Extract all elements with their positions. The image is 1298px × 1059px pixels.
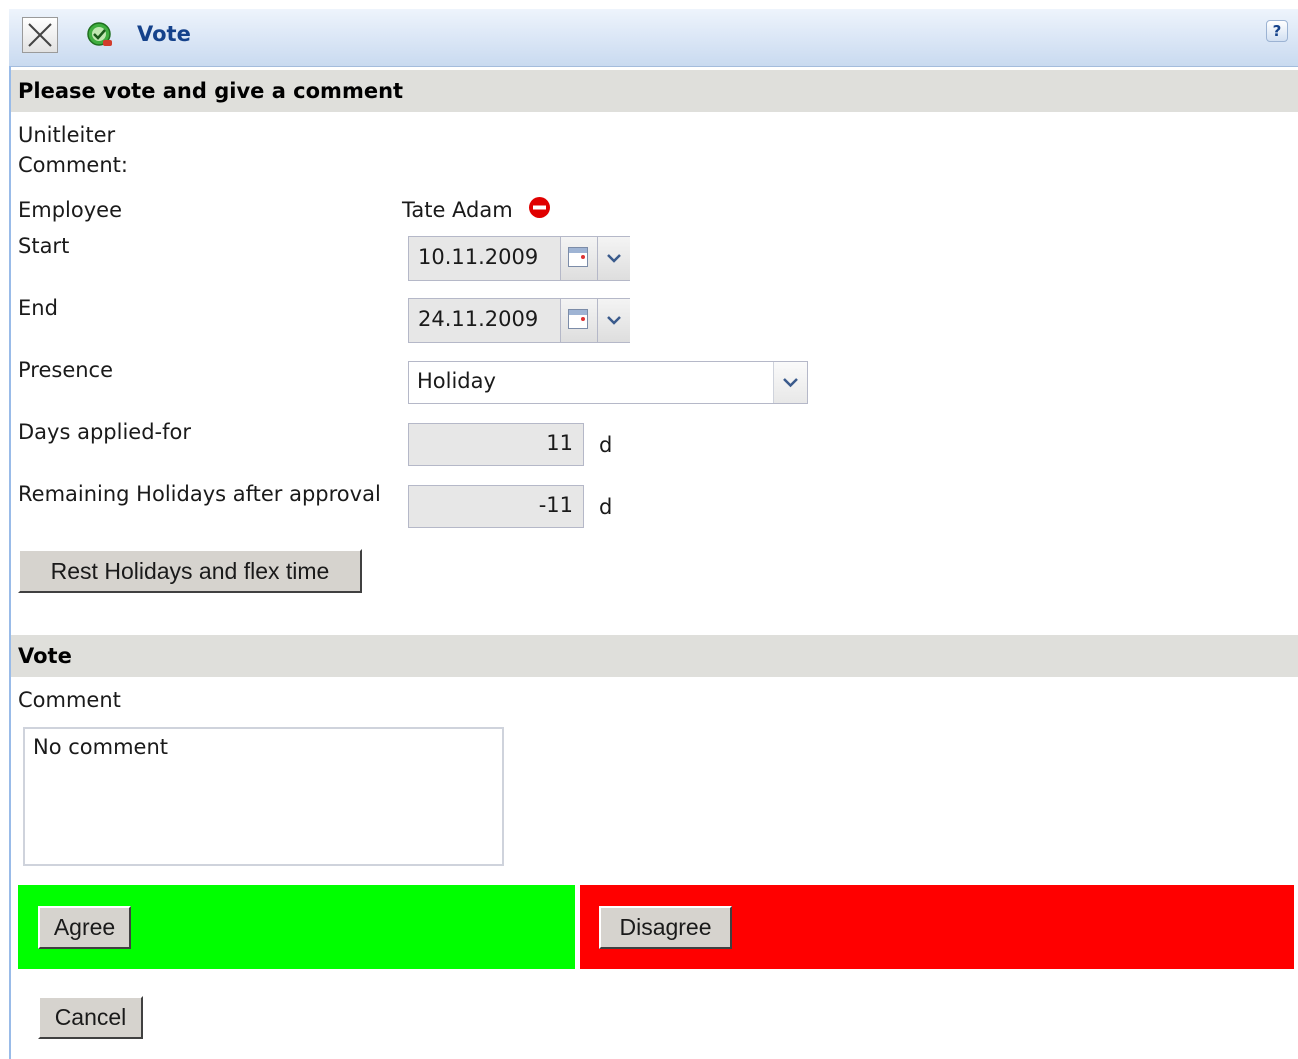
- presence-select[interactable]: Holiday: [408, 361, 808, 404]
- chevron-down-icon: [607, 254, 621, 263]
- days-applied-field: 11: [408, 423, 584, 466]
- rest-holidays-button[interactable]: Rest Holidays and flex time: [18, 549, 362, 593]
- remaining-holidays-value: -11: [538, 493, 573, 517]
- days-applied-unit: d: [599, 433, 613, 457]
- cancel-button[interactable]: Cancel: [38, 996, 143, 1039]
- start-date-value: 10.11.2009: [418, 245, 539, 269]
- employee-value: Tate Adam: [402, 198, 513, 222]
- chevron-down-icon: [607, 316, 621, 325]
- agree-panel: Agree: [18, 885, 575, 969]
- days-applied-value: 11: [546, 431, 573, 455]
- disagree-button[interactable]: Disagree: [599, 906, 732, 949]
- calendar-icon: [568, 309, 588, 329]
- start-calendar-button[interactable]: [560, 237, 597, 280]
- end-calendar-button[interactable]: [560, 299, 597, 342]
- close-x-icon: [28, 23, 52, 47]
- title-bar: Vote ?: [9, 9, 1298, 67]
- end-label: End: [18, 296, 58, 320]
- close-button[interactable]: [22, 17, 58, 53]
- start-date-field[interactable]: 10.11.2009: [408, 236, 630, 281]
- vote-check-icon: [87, 22, 112, 46]
- end-dropdown-button[interactable]: [597, 299, 630, 342]
- info-section-title: Please vote and give a comment: [18, 79, 404, 103]
- vote-section-title: Vote: [18, 644, 72, 668]
- presence-label: Presence: [18, 358, 114, 382]
- vote-dialog: Vote ? Please vote and give a comment Un…: [0, 0, 1298, 1059]
- employee-label: Employee: [18, 198, 123, 222]
- info-section-header: Please vote and give a comment: [11, 70, 1298, 112]
- remaining-holidays-field: -11: [408, 485, 584, 528]
- vote-section-header: Vote: [11, 635, 1298, 677]
- remaining-holidays-unit: d: [599, 495, 613, 519]
- end-date-field[interactable]: 24.11.2009: [408, 298, 630, 343]
- unitleiter-comment-label: Comment:: [18, 153, 128, 177]
- comment-label: Comment: [18, 688, 121, 712]
- chevron-down-icon: [783, 378, 798, 388]
- help-button[interactable]: ?: [1266, 20, 1288, 42]
- days-applied-label: Days applied-for: [18, 420, 191, 444]
- disagree-panel: Disagree: [580, 885, 1294, 969]
- presence-dropdown-button[interactable]: [773, 362, 807, 403]
- unitleiter-label: Unitleiter: [18, 123, 116, 147]
- remaining-holidays-label: Remaining Holidays after approval: [18, 482, 381, 506]
- end-date-value: 24.11.2009: [418, 307, 539, 331]
- calendar-icon: [568, 247, 588, 267]
- window-title: Vote: [137, 22, 191, 46]
- window-left-border: [9, 66, 11, 1059]
- remove-red-icon[interactable]: [528, 196, 551, 219]
- presence-value: Holiday: [417, 369, 496, 393]
- comment-textarea[interactable]: No comment: [23, 727, 504, 866]
- start-label: Start: [18, 234, 70, 258]
- agree-button[interactable]: Agree: [38, 906, 131, 949]
- start-dropdown-button[interactable]: [597, 237, 630, 280]
